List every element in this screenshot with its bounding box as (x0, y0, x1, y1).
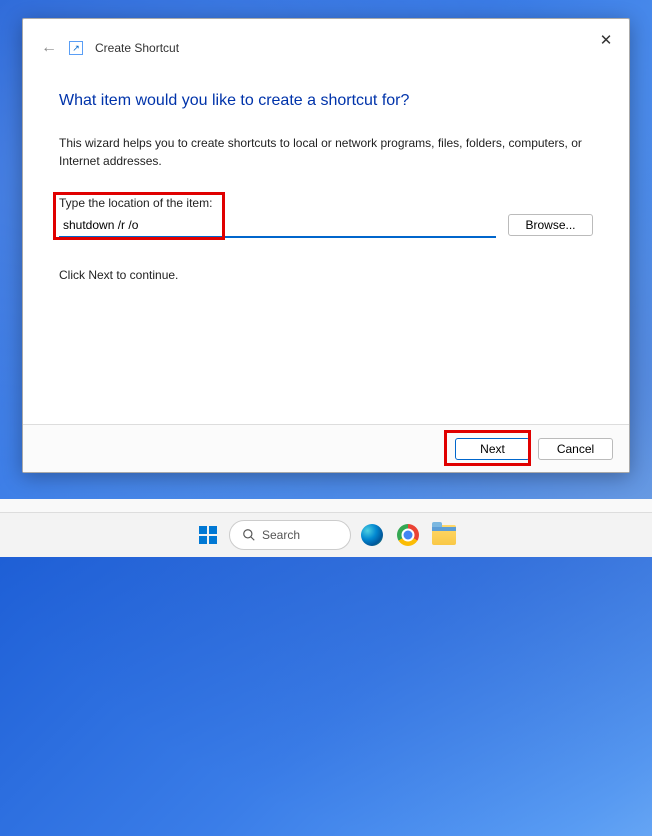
create-shortcut-dialog: ✕ ← ↗ Create Shortcut What item would yo… (22, 18, 630, 473)
header-title: Create Shortcut (95, 41, 179, 55)
taskbar-edge[interactable] (357, 520, 387, 550)
main-title: What item would you like to create a sho… (59, 92, 593, 110)
start-button[interactable] (193, 520, 223, 550)
taskbar-file-explorer[interactable] (429, 520, 459, 550)
search-icon (242, 528, 256, 542)
browse-button[interactable]: Browse... (508, 214, 593, 236)
file-explorer-icon (432, 525, 456, 545)
dialog-footer: Next Cancel (23, 424, 629, 472)
edge-icon (361, 524, 383, 546)
close-button[interactable]: ✕ (597, 31, 615, 49)
next-button[interactable]: Next (455, 438, 530, 460)
dialog-header: ← ↗ Create Shortcut (23, 19, 629, 67)
close-icon: ✕ (600, 31, 613, 49)
description-text: This wizard helps you to create shortcut… (59, 134, 593, 170)
continue-text: Click Next to continue. (59, 268, 593, 282)
input-row: Browse... (59, 214, 593, 238)
location-input[interactable] (59, 214, 496, 238)
shortcut-icon: ↗ (69, 41, 83, 55)
taskbar: Search (0, 512, 652, 557)
taskbar-search[interactable]: Search (229, 520, 351, 550)
chrome-icon (397, 524, 419, 546)
location-input-label: Type the location of the item: (59, 196, 593, 210)
dialog-content: What item would you like to create a sho… (23, 67, 629, 292)
windows-logo-icon (199, 526, 217, 544)
taskbar-divider (0, 499, 652, 512)
taskbar-chrome[interactable] (393, 520, 423, 550)
search-placeholder: Search (262, 528, 300, 542)
cancel-button[interactable]: Cancel (538, 438, 613, 460)
back-arrow-icon[interactable]: ← (41, 39, 57, 57)
